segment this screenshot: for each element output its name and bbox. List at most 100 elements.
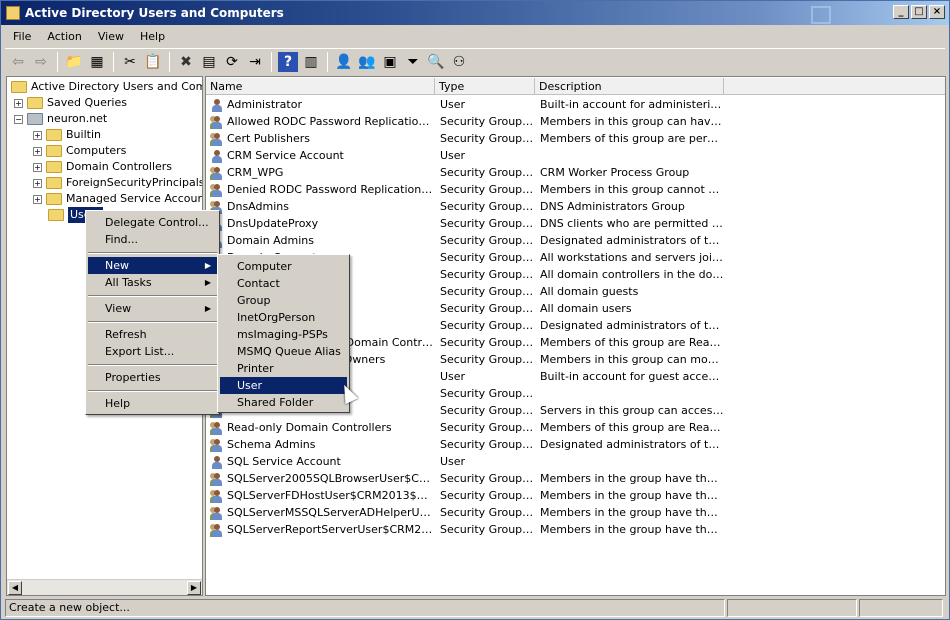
item-type: Security Group ... [440,319,534,332]
item-description: All workstations and servers joine... [540,251,724,264]
maximize-button[interactable]: □ [911,5,927,19]
list-item[interactable]: DnsUpdateProxy Security Group ... DNS clie… [206,215,945,232]
menu-item-find[interactable]: Find... [88,231,217,248]
submenu-item-contact[interactable]: Contact [220,275,347,292]
menu-item-export-list[interactable]: Export List... [88,343,217,360]
expand-icon[interactable]: + [14,98,23,108]
list-item[interactable]: Cert Publishers Security Group ... Members… [206,130,945,147]
submenu-item-group[interactable]: Group [220,292,347,309]
back-icon[interactable]: ⇦ [8,52,28,72]
item-type: Security Group ... [440,217,534,230]
paste-icon[interactable]: 📋 [143,52,163,72]
list-item[interactable]: SQLServerReportServerUser$CRM2013... Secu… [206,521,945,538]
properties-icon[interactable]: ▤ [199,52,219,72]
item-name: SQL Service Account [227,455,341,468]
filter-icon[interactable]: ⏷ [403,52,423,72]
list-item[interactable]: Denied RODC Password Replication Group Se… [206,181,945,198]
snapin-icon [11,81,27,93]
minimize-button[interactable]: _ [893,5,909,19]
column-description[interactable]: Description [535,78,724,95]
item-type: Security Group ... [440,489,534,502]
tree-root[interactable]: Active Directory Users and Comput [31,79,202,95]
menu-file[interactable]: File [5,26,39,47]
tree-item[interactable]: + Builtin [33,127,101,143]
tree-saved-queries[interactable]: Saved Queries [47,95,127,111]
forward-icon[interactable]: ⇨ [31,52,51,72]
expand-icon[interactable]: + [33,146,42,156]
expand-icon[interactable]: + [33,178,42,188]
show-action-pane-icon[interactable]: ▥ [301,52,321,72]
list-item[interactable]: Administrator User Built-in account for ad… [206,96,945,113]
close-button[interactable]: × [929,5,945,19]
submenu-item-msimaging-psps[interactable]: msImaging-PSPs [220,326,347,343]
context-menu: Delegate Control... Find... New ▶ All Tas… [85,210,220,415]
list-item[interactable]: Schema Admins Security Group ... Designate… [206,436,945,453]
menu-item-all-tasks[interactable]: All Tasks ▶ [88,274,217,291]
submenu-item-msmq-queue-alias[interactable]: MSMQ Queue Alias [220,343,347,360]
tree-item[interactable]: + Computers [33,143,126,159]
submenu-item-printer[interactable]: Printer [220,360,347,377]
cut-icon[interactable]: ✂ [120,52,140,72]
tree-item[interactable]: + ForeignSecurityPrincipals [33,175,202,191]
up-folder-icon[interactable]: 📁 [64,52,84,72]
group-icon [210,132,224,147]
expand-icon[interactable]: + [33,194,42,204]
list-item[interactable]: SQLServerMSSQLServerADHelperUser$... Secu… [206,504,945,521]
new-user-icon[interactable]: 👤 [334,52,354,72]
new-group-icon[interactable]: 👥 [357,52,377,72]
submenu-item-shared-folder[interactable]: Shared Folder [220,394,347,411]
menu-item-view[interactable]: View ▶ [88,300,217,317]
list-item[interactable]: SQLServer2005SQLBrowserUser$CRM2... Secur… [206,470,945,487]
menu-help[interactable]: Help [132,26,173,47]
column-name[interactable]: Name [206,78,435,95]
expand-icon[interactable]: + [33,130,42,140]
list-item[interactable]: SQL Service Account User [206,453,945,470]
list-item[interactable]: Read-only Domain Controllers Security Gro… [206,419,945,436]
list-item[interactable]: Domain Admins Security Group ... Designate… [206,232,945,249]
item-name: Administrator [227,98,302,111]
menu-action[interactable]: Action [39,26,89,47]
tree-item[interactable]: + Managed Service Accounts [33,191,202,207]
menu-item-help[interactable]: Help [88,395,217,412]
submenu-item-computer[interactable]: Computer [220,258,347,275]
menu-item-properties[interactable]: Properties [88,369,217,386]
collapse-icon[interactable]: − [14,114,23,124]
list-item[interactable]: CRM_WPG Security Group ... CRM Worker Proc… [206,164,945,181]
help-icon[interactable]: ? [278,51,298,72]
status-text: Create a new object... [5,599,725,617]
find-icon[interactable]: 🔍 [426,52,446,72]
item-name: SQLServer2005SQLBrowserUser$CRM2... [227,472,435,485]
menu-item-delegate-control[interactable]: Delegate Control... [88,214,217,231]
tree-domain[interactable]: neuron.net [47,111,107,127]
item-type: Security Group ... [440,200,534,213]
item-description: Designated administrators of the ... [540,319,724,332]
add-to-group-icon[interactable]: ⚇ [449,52,469,72]
export-list-icon[interactable]: ⇥ [245,52,265,72]
list-item[interactable]: Allowed RODC Password Replication Group S… [206,113,945,130]
list-item[interactable]: CRM Service Account User [206,147,945,164]
item-description: Members in the group have the re... [540,506,724,519]
menu-view[interactable]: View [90,26,132,47]
delete-icon[interactable]: ✖ [176,52,196,72]
item-description: Members in the group have the re... [540,489,724,502]
title-bar: Active Directory Users and Computers _ □… [1,1,949,25]
menu-item-refresh[interactable]: Refresh [88,326,217,343]
refresh-icon[interactable]: ⟳ [222,52,242,72]
toolbar: ⇦ ⇨ 📁 ▦ ✂ 📋 ✖ ▤ ⟳ ⇥? ▥ 👤 👥 ▣ ⏷ 🔍 ⚇ [5,48,945,74]
submenu-arrow-icon: ▶ [204,261,211,270]
column-type[interactable]: Type [435,78,535,95]
item-type: User [440,455,466,468]
menu-item-new[interactable]: New ▶ [88,257,217,274]
list-item[interactable]: DnsAdmins Security Group ... DNS Administr… [206,198,945,215]
tree-item[interactable]: + Domain Controllers [33,159,172,175]
expand-icon[interactable]: + [33,162,42,172]
show-hide-console-tree-icon[interactable]: ▦ [87,52,107,72]
submenu-item-user[interactable]: User [220,377,347,394]
item-description: Members in this group can modify ... [540,353,724,366]
new-ou-icon[interactable]: ▣ [380,52,400,72]
horizontal-scrollbar[interactable]: ◀ ▶ [7,579,202,595]
group-icon [210,506,224,521]
submenu-item-inetorgperson[interactable]: InetOrgPerson [220,309,347,326]
list-item[interactable]: SQLServerFDHostUser$CRM2013$MSS... Securi… [206,487,945,504]
domain-icon [27,113,43,125]
